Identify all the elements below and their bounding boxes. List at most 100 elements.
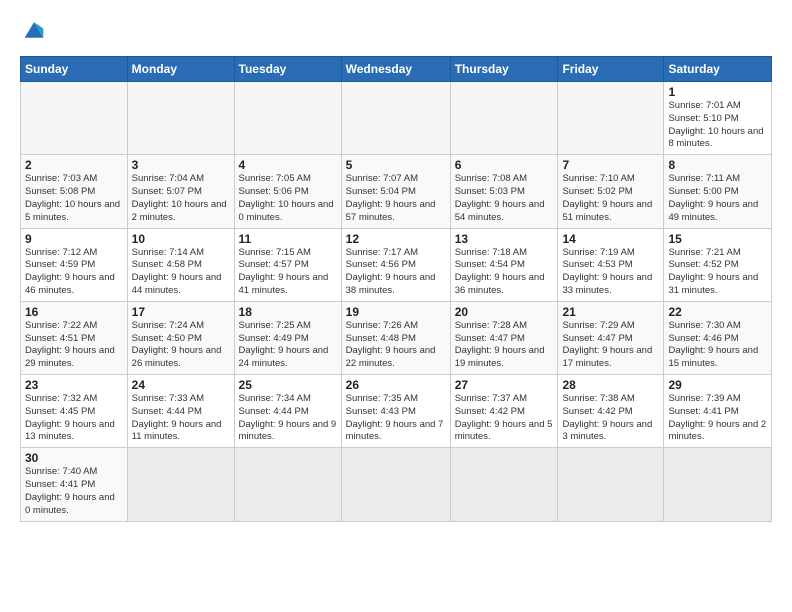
day-number: 5	[346, 158, 446, 172]
calendar-cell: 22Sunrise: 7:30 AM Sunset: 4:46 PM Dayli…	[664, 301, 772, 374]
day-info: Sunrise: 7:03 AM Sunset: 5:08 PM Dayligh…	[25, 173, 123, 224]
day-number: 26	[346, 378, 446, 392]
day-info: Sunrise: 7:32 AM Sunset: 4:45 PM Dayligh…	[25, 393, 123, 444]
calendar-cell: 7Sunrise: 7:10 AM Sunset: 5:02 PM Daylig…	[558, 155, 664, 228]
day-number: 18	[239, 305, 337, 319]
weekday-header-row: SundayMondayTuesdayWednesdayThursdayFrid…	[21, 57, 772, 82]
calendar-cell	[450, 82, 558, 155]
calendar-cell: 13Sunrise: 7:18 AM Sunset: 4:54 PM Dayli…	[450, 228, 558, 301]
calendar-cell	[127, 448, 234, 521]
day-info: Sunrise: 7:08 AM Sunset: 5:03 PM Dayligh…	[455, 173, 554, 224]
day-info: Sunrise: 7:10 AM Sunset: 5:02 PM Dayligh…	[562, 173, 659, 224]
calendar-cell: 1Sunrise: 7:01 AM Sunset: 5:10 PM Daylig…	[664, 82, 772, 155]
day-info: Sunrise: 7:33 AM Sunset: 4:44 PM Dayligh…	[132, 393, 230, 444]
day-info: Sunrise: 7:14 AM Sunset: 4:58 PM Dayligh…	[132, 247, 230, 298]
day-number: 4	[239, 158, 337, 172]
calendar-cell: 30Sunrise: 7:40 AM Sunset: 4:41 PM Dayli…	[21, 448, 128, 521]
calendar-cell: 10Sunrise: 7:14 AM Sunset: 4:58 PM Dayli…	[127, 228, 234, 301]
calendar-week-row: 2Sunrise: 7:03 AM Sunset: 5:08 PM Daylig…	[21, 155, 772, 228]
calendar-cell	[234, 82, 341, 155]
day-info: Sunrise: 7:30 AM Sunset: 4:46 PM Dayligh…	[668, 320, 767, 371]
weekday-header-saturday: Saturday	[664, 57, 772, 82]
calendar-cell: 11Sunrise: 7:15 AM Sunset: 4:57 PM Dayli…	[234, 228, 341, 301]
day-info: Sunrise: 7:15 AM Sunset: 4:57 PM Dayligh…	[239, 247, 337, 298]
calendar-cell: 4Sunrise: 7:05 AM Sunset: 5:06 PM Daylig…	[234, 155, 341, 228]
calendar-week-row: 16Sunrise: 7:22 AM Sunset: 4:51 PM Dayli…	[21, 301, 772, 374]
calendar-cell: 9Sunrise: 7:12 AM Sunset: 4:59 PM Daylig…	[21, 228, 128, 301]
day-number: 6	[455, 158, 554, 172]
calendar-cell: 2Sunrise: 7:03 AM Sunset: 5:08 PM Daylig…	[21, 155, 128, 228]
day-number: 3	[132, 158, 230, 172]
weekday-header-friday: Friday	[558, 57, 664, 82]
calendar-cell	[558, 448, 664, 521]
calendar-cell: 27Sunrise: 7:37 AM Sunset: 4:42 PM Dayli…	[450, 375, 558, 448]
weekday-header-thursday: Thursday	[450, 57, 558, 82]
weekday-header-tuesday: Tuesday	[234, 57, 341, 82]
day-info: Sunrise: 7:12 AM Sunset: 4:59 PM Dayligh…	[25, 247, 123, 298]
calendar-cell: 14Sunrise: 7:19 AM Sunset: 4:53 PM Dayli…	[558, 228, 664, 301]
calendar-cell: 17Sunrise: 7:24 AM Sunset: 4:50 PM Dayli…	[127, 301, 234, 374]
calendar-cell	[234, 448, 341, 521]
calendar-cell: 20Sunrise: 7:28 AM Sunset: 4:47 PM Dayli…	[450, 301, 558, 374]
day-number: 15	[668, 232, 767, 246]
calendar-cell: 23Sunrise: 7:32 AM Sunset: 4:45 PM Dayli…	[21, 375, 128, 448]
logo-icon	[20, 16, 48, 44]
day-info: Sunrise: 7:40 AM Sunset: 4:41 PM Dayligh…	[25, 466, 123, 517]
calendar-cell	[127, 82, 234, 155]
weekday-header-monday: Monday	[127, 57, 234, 82]
day-number: 17	[132, 305, 230, 319]
calendar-cell: 8Sunrise: 7:11 AM Sunset: 5:00 PM Daylig…	[664, 155, 772, 228]
calendar-week-row: 1Sunrise: 7:01 AM Sunset: 5:10 PM Daylig…	[21, 82, 772, 155]
calendar-cell	[21, 82, 128, 155]
day-info: Sunrise: 7:37 AM Sunset: 4:42 PM Dayligh…	[455, 393, 554, 444]
day-info: Sunrise: 7:17 AM Sunset: 4:56 PM Dayligh…	[346, 247, 446, 298]
day-number: 9	[25, 232, 123, 246]
calendar-table: SundayMondayTuesdayWednesdayThursdayFrid…	[20, 56, 772, 522]
calendar-week-row: 30Sunrise: 7:40 AM Sunset: 4:41 PM Dayli…	[21, 448, 772, 521]
day-number: 22	[668, 305, 767, 319]
day-info: Sunrise: 7:34 AM Sunset: 4:44 PM Dayligh…	[239, 393, 337, 444]
day-number: 27	[455, 378, 554, 392]
day-number: 19	[346, 305, 446, 319]
day-number: 20	[455, 305, 554, 319]
day-number: 7	[562, 158, 659, 172]
day-number: 29	[668, 378, 767, 392]
calendar-cell: 19Sunrise: 7:26 AM Sunset: 4:48 PM Dayli…	[341, 301, 450, 374]
calendar-cell: 18Sunrise: 7:25 AM Sunset: 4:49 PM Dayli…	[234, 301, 341, 374]
day-number: 8	[668, 158, 767, 172]
weekday-header-wednesday: Wednesday	[341, 57, 450, 82]
calendar-cell: 15Sunrise: 7:21 AM Sunset: 4:52 PM Dayli…	[664, 228, 772, 301]
day-info: Sunrise: 7:11 AM Sunset: 5:00 PM Dayligh…	[668, 173, 767, 224]
day-number: 13	[455, 232, 554, 246]
calendar-cell	[664, 448, 772, 521]
calendar-cell: 16Sunrise: 7:22 AM Sunset: 4:51 PM Dayli…	[21, 301, 128, 374]
calendar-cell: 5Sunrise: 7:07 AM Sunset: 5:04 PM Daylig…	[341, 155, 450, 228]
day-number: 28	[562, 378, 659, 392]
calendar-cell: 25Sunrise: 7:34 AM Sunset: 4:44 PM Dayli…	[234, 375, 341, 448]
day-number: 23	[25, 378, 123, 392]
calendar-cell	[341, 448, 450, 521]
day-info: Sunrise: 7:38 AM Sunset: 4:42 PM Dayligh…	[562, 393, 659, 444]
calendar-cell: 6Sunrise: 7:08 AM Sunset: 5:03 PM Daylig…	[450, 155, 558, 228]
day-number: 2	[25, 158, 123, 172]
day-number: 12	[346, 232, 446, 246]
calendar-cell: 21Sunrise: 7:29 AM Sunset: 4:47 PM Dayli…	[558, 301, 664, 374]
calendar-cell: 28Sunrise: 7:38 AM Sunset: 4:42 PM Dayli…	[558, 375, 664, 448]
calendar-cell	[450, 448, 558, 521]
day-info: Sunrise: 7:22 AM Sunset: 4:51 PM Dayligh…	[25, 320, 123, 371]
day-number: 25	[239, 378, 337, 392]
weekday-header-sunday: Sunday	[21, 57, 128, 82]
day-info: Sunrise: 7:35 AM Sunset: 4:43 PM Dayligh…	[346, 393, 446, 444]
day-number: 14	[562, 232, 659, 246]
page-header	[20, 16, 772, 44]
day-info: Sunrise: 7:39 AM Sunset: 4:41 PM Dayligh…	[668, 393, 767, 444]
day-number: 10	[132, 232, 230, 246]
day-info: Sunrise: 7:21 AM Sunset: 4:52 PM Dayligh…	[668, 247, 767, 298]
day-info: Sunrise: 7:26 AM Sunset: 4:48 PM Dayligh…	[346, 320, 446, 371]
day-number: 30	[25, 451, 123, 465]
day-number: 16	[25, 305, 123, 319]
day-number: 1	[668, 85, 767, 99]
calendar-cell: 12Sunrise: 7:17 AM Sunset: 4:56 PM Dayli…	[341, 228, 450, 301]
calendar-week-row: 23Sunrise: 7:32 AM Sunset: 4:45 PM Dayli…	[21, 375, 772, 448]
day-info: Sunrise: 7:19 AM Sunset: 4:53 PM Dayligh…	[562, 247, 659, 298]
